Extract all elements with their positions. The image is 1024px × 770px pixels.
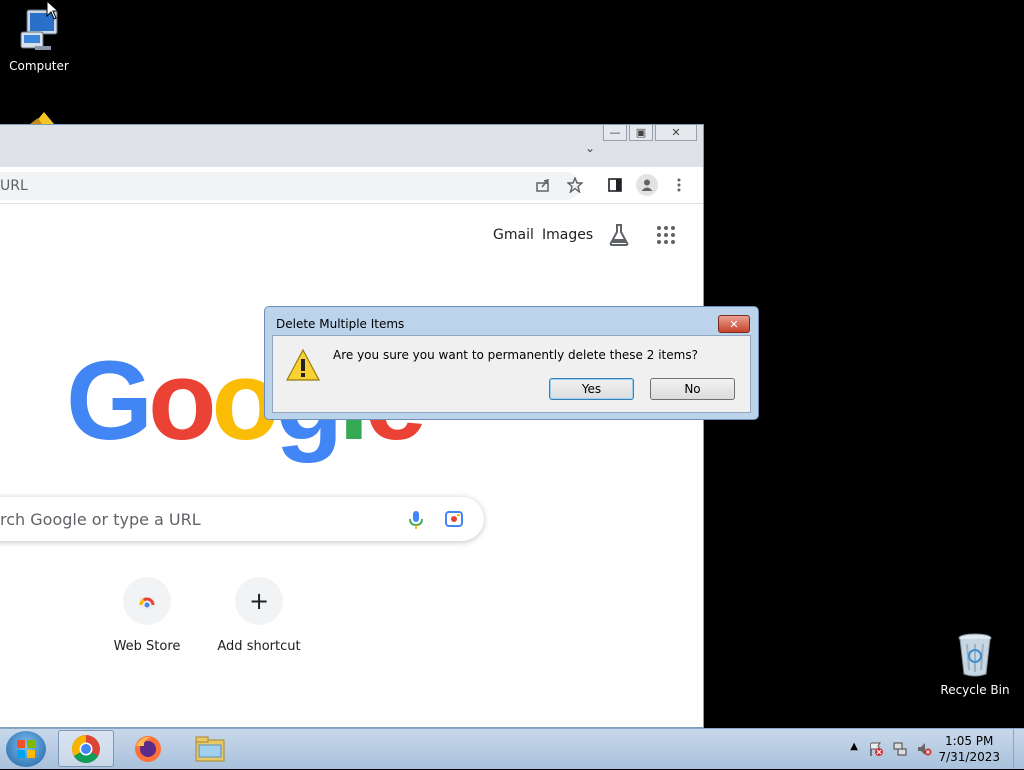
gmail-link[interactable]: Gmail <box>493 227 534 243</box>
kebab-menu-icon <box>677 178 681 192</box>
delete-confirm-dialog: Delete Multiple Items ✕ Are you sure you… <box>264 306 759 420</box>
images-link[interactable]: Images <box>542 227 593 243</box>
desktop-icon-computer[interactable]: Computer <box>1 6 77 73</box>
web-store-icon <box>139 597 155 609</box>
taskbar-firefox[interactable] <box>120 730 176 767</box>
voice-search-button[interactable] <box>408 510 424 533</box>
window-controls: — ▣ ✕ <box>603 125 697 141</box>
clock-time: 1:05 PM <box>945 734 994 748</box>
close-icon: ✕ <box>671 126 681 139</box>
start-button[interactable] <box>6 731 46 767</box>
taskbar-clock[interactable]: 1:05 PM 7/31/2023 <box>938 733 1000 765</box>
browser-toolbar: URL <box>0 167 703 204</box>
taskbar: ▲ 1:05 PM 7/31/2023 <box>0 728 1024 769</box>
dialog-message: Are you sure you want to permanently del… <box>333 348 698 362</box>
volume-muted-icon[interactable] <box>916 741 932 757</box>
shortcut-label: Add shortcut <box>217 639 301 654</box>
chrome-icon <box>72 734 100 763</box>
tab-strip: — ▣ ✕ ⌄ <box>0 125 703 167</box>
avatar-icon <box>641 179 653 191</box>
show-hidden-icons-button[interactable]: ▲ <box>850 741 858 752</box>
plus-icon: + <box>248 587 270 615</box>
bookmark-button[interactable] <box>566 176 584 194</box>
share-icon <box>536 178 550 192</box>
mouse-cursor-icon <box>46 0 60 20</box>
yes-button[interactable]: Yes <box>549 378 634 400</box>
maximize-icon: ▣ <box>635 126 647 139</box>
profile-button[interactable] <box>636 174 658 196</box>
apps-grid-icon <box>657 226 675 244</box>
action-center-flag-icon[interactable] <box>868 741 884 757</box>
minimize-button[interactable]: — <box>603 125 627 141</box>
taskbar-chrome[interactable] <box>58 730 114 767</box>
web-store-tile <box>123 577 171 625</box>
network-icon[interactable] <box>892 741 908 757</box>
warning-icon <box>286 348 320 381</box>
minimize-icon: — <box>609 126 621 139</box>
maximize-button[interactable]: ▣ <box>629 125 653 141</box>
image-search-button[interactable] <box>444 510 464 531</box>
dialog-body: Are you sure you want to permanently del… <box>272 335 751 413</box>
address-bar-text: URL <box>0 178 28 194</box>
show-desktop-button[interactable] <box>1013 729 1024 769</box>
side-panel-button[interactable] <box>606 176 624 194</box>
shortcut-add[interactable]: + Add shortcut <box>209 577 309 654</box>
desktop-icon-recycle-bin[interactable]: Recycle Bin <box>937 630 1013 697</box>
clock-date: 7/31/2023 <box>938 750 1000 764</box>
windows-logo-icon <box>17 740 35 758</box>
menu-button[interactable] <box>670 176 688 194</box>
chrome-window: — ▣ ✕ ⌄ URL Gmail Images Goo rch Google … <box>0 124 704 728</box>
close-icon: ✕ <box>729 317 739 331</box>
search-placeholder: rch Google or type a URL <box>0 510 201 529</box>
folder-icon <box>195 736 225 761</box>
no-button[interactable]: No <box>650 378 735 400</box>
desktop-icon-label: Computer <box>9 59 69 73</box>
microphone-icon <box>409 511 423 529</box>
chevron-down-icon: ⌄ <box>584 141 595 155</box>
dialog-close-button[interactable]: ✕ <box>718 315 750 333</box>
address-bar[interactable]: URL <box>0 172 580 200</box>
search-input[interactable]: rch Google or type a URL <box>0 497 484 541</box>
shortcut-label: Web Store <box>113 639 181 654</box>
desktop-icon-label: Recycle Bin <box>940 683 1010 697</box>
google-apps-button[interactable] <box>656 225 676 248</box>
side-panel-icon <box>608 178 622 192</box>
star-icon <box>567 177 583 193</box>
close-button[interactable]: ✕ <box>655 125 697 141</box>
add-shortcut-tile: + <box>235 577 283 625</box>
dialog-title: Delete Multiple Items <box>276 317 405 331</box>
tab-search-button[interactable]: ⌄ <box>585 141 595 155</box>
firefox-icon <box>135 735 161 762</box>
shortcut-web-store[interactable]: Web Store <box>97 577 197 654</box>
folder-icon <box>30 112 54 124</box>
taskbar-file-explorer[interactable] <box>182 730 238 767</box>
labs-button[interactable] <box>608 223 630 250</box>
flask-icon <box>609 224 629 246</box>
share-button[interactable] <box>534 176 552 194</box>
camera-lens-icon <box>445 511 463 527</box>
recycle-bin-icon <box>958 633 992 677</box>
